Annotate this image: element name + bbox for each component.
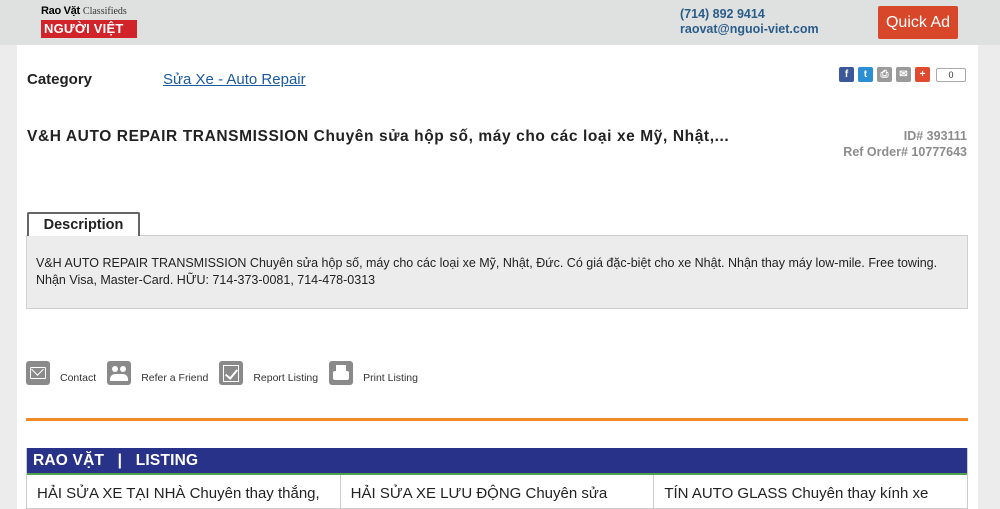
listing-title: V&H AUTO REPAIR TRANSMISSION Chuyên sửa … [27, 128, 730, 145]
related-listings-heading: RAO VẶT | LISTING [27, 448, 967, 475]
report-listing-label[interactable]: Report Listing [253, 372, 318, 385]
print-listing-button[interactable]: Print Listing [329, 361, 418, 385]
related-listings-row: HẢI SỬA XE TẠI NHÀ Chuyên thay thắng, HẢ… [27, 475, 967, 509]
email-icon[interactable]: ✉ [896, 67, 911, 82]
section-divider [26, 418, 968, 421]
friends-icon[interactable] [107, 361, 132, 385]
contact-label[interactable]: Contact [60, 372, 96, 385]
site-logo[interactable]: Rao Vặt Classifieds NGƯỜI VIỆT [41, 5, 139, 39]
plus-icon[interactable]: + [915, 67, 930, 82]
related-listings: RAO VẶT | LISTING HẢI SỬA XE TẠI NHÀ Chu… [26, 448, 968, 509]
logo-brand-text: NGƯỜI VIỆT [41, 20, 137, 38]
list-item[interactable]: HẢI SỬA XE TẠI NHÀ Chuyên thay thắng, [27, 475, 341, 509]
listing-ids: ID# 393111 Ref Order# 10777643 [843, 128, 967, 160]
phone-number: (714) 892 9414 [680, 7, 765, 21]
contact-email[interactable]: raovat@nguoi-viet.com [680, 22, 819, 37]
facebook-icon[interactable]: f [839, 67, 854, 82]
twitter-icon[interactable]: t [858, 67, 873, 82]
list-item[interactable]: HẢI SỬA XE LƯU ĐỘNG Chuyên sửa [341, 475, 655, 509]
category-link[interactable]: Sửa Xe - Auto Repair [163, 71, 306, 88]
top-bar: Rao Vặt Classifieds NGƯỜI VIỆT (714) 892… [0, 0, 1000, 45]
logo-top-text: Rao Vặt Classifieds [41, 5, 127, 17]
listing-id: ID# 393111 [903, 129, 967, 143]
refer-friend-label[interactable]: Refer a Friend [141, 372, 208, 385]
print-icon[interactable]: ⎙ [877, 67, 892, 82]
contact-button[interactable]: Contact [26, 361, 96, 385]
refer-friend-button[interactable]: Refer a Friend [107, 361, 208, 385]
contact-info: (714) 892 9414 raovat@nguoi-viet.com [680, 7, 819, 37]
list-item[interactable]: TÍN AUTO GLASS Chuyên thay kính xe [654, 475, 967, 509]
report-listing-button[interactable]: Report Listing [219, 361, 318, 385]
category-label: Category [27, 71, 93, 88]
ref-order: Ref Order# 10777643 [843, 145, 967, 159]
share-bar: f t ⎙ ✉ + 0 [839, 67, 966, 82]
quick-ad-button[interactable]: Quick Ad [878, 6, 958, 39]
report-icon[interactable] [219, 361, 244, 385]
print-icon[interactable] [329, 361, 354, 385]
listing-panel: Category Sửa Xe - Auto Repair f t ⎙ ✉ + … [17, 45, 978, 509]
listing-actions: Contact Refer a Friend Report Listing Pr… [26, 359, 429, 385]
tab-description[interactable]: Description [27, 212, 140, 236]
description-text: V&H AUTO REPAIR TRANSMISSION Chuyên sửa … [26, 235, 968, 309]
mail-icon[interactable] [26, 361, 50, 385]
print-listing-label[interactable]: Print Listing [363, 372, 418, 385]
share-count: 0 [936, 67, 966, 82]
